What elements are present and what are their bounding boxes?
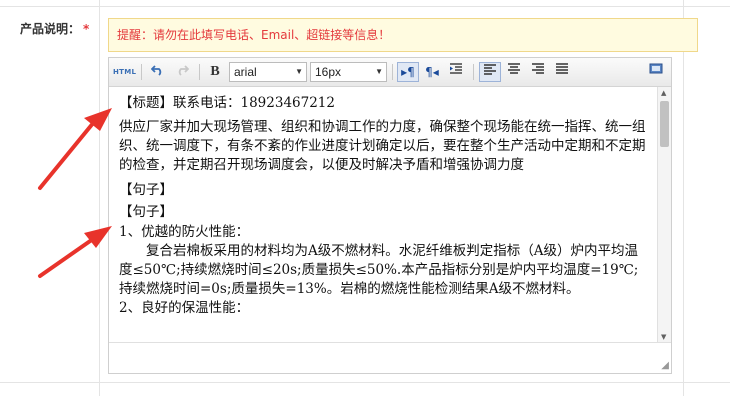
- rich-text-editor[interactable]: HTML B arial ▼ 16px ▼ ▸¶ ¶◂ 【标题】联系电话：189…: [108, 57, 672, 374]
- resize-handle-icon[interactable]: ◢: [661, 360, 669, 371]
- scroll-up-icon[interactable]: ▲: [661, 89, 666, 97]
- align-center-icon: [508, 63, 520, 74]
- fullscreen-button[interactable]: [645, 62, 667, 82]
- content-sentence-tag: 【句子】: [119, 204, 173, 220]
- content-paragraph: 供应厂家并加大现场管理、组织和协调工作的力度，确保整个现场能在统一指挥、统一组织…: [119, 119, 646, 173]
- align-justify-button[interactable]: [551, 62, 573, 82]
- align-right-button[interactable]: [527, 62, 549, 82]
- table-border-top: [0, 6, 730, 7]
- ltr-direction-button[interactable]: ▸¶: [397, 62, 419, 82]
- content-paragraph: 复合岩棉板采用的材料均为A级不燃材料。水泥纤维板判定指标（A级）炉内平均温度≤5…: [119, 243, 639, 297]
- toolbar-separator: [473, 64, 474, 80]
- bold-button[interactable]: B: [205, 62, 225, 82]
- table-divider-left: [99, 0, 100, 396]
- editor-statusbar: ◢: [109, 342, 671, 373]
- scroll-down-icon[interactable]: ▼: [661, 333, 666, 341]
- field-label-text: 产品说明：: [20, 22, 81, 36]
- toolbar-separator: [141, 64, 142, 80]
- font-size-select[interactable]: 16px ▼: [310, 62, 387, 82]
- rtl-direction-icon: ¶◂: [425, 65, 439, 79]
- editor-scrollbar[interactable]: ▲ ▼: [657, 87, 671, 343]
- undo-icon: [150, 65, 162, 76]
- font-family-select[interactable]: arial ▼: [229, 62, 307, 82]
- content-list-heading: 1、优越的防火性能：: [119, 224, 250, 240]
- ltr-direction-icon: ▸¶: [401, 65, 415, 79]
- red-arrow-upper-icon: [38, 108, 112, 190]
- table-border-bottom: [0, 382, 730, 383]
- warning-notice-text: 提醒：请勿在此填写电话、Email、超链接等信息！: [117, 28, 391, 42]
- editor-toolbar: HTML B arial ▼ 16px ▼ ▸¶ ¶◂: [109, 58, 671, 87]
- content-list-heading: 2、良好的保温性能：: [119, 300, 250, 316]
- font-family-value: arial: [234, 65, 257, 79]
- font-size-value: 16px: [315, 65, 342, 79]
- editor-content[interactable]: 【标题】联系电话：18923467212 供应厂家并加大现场管理、组织和协调工作…: [109, 87, 656, 343]
- chevron-down-icon: ▼: [375, 67, 383, 76]
- chevron-down-icon: ▼: [295, 67, 303, 76]
- toolbar-separator: [199, 64, 200, 80]
- required-mark: *: [83, 22, 90, 36]
- content-title-line: 【标题】联系电话：18923467212: [119, 95, 335, 111]
- rtl-direction-button[interactable]: ¶◂: [421, 62, 443, 82]
- html-source-button[interactable]: HTML: [113, 62, 136, 82]
- warning-notice: 提醒：请勿在此填写电话、Email、超链接等信息！: [108, 18, 698, 52]
- redo-button[interactable]: [171, 62, 193, 82]
- indent-button[interactable]: [445, 62, 467, 82]
- align-justify-icon: [556, 63, 568, 74]
- redo-icon: [178, 65, 190, 76]
- scrollbar-thumb[interactable]: [660, 101, 669, 147]
- align-center-button[interactable]: [503, 62, 525, 82]
- undo-button[interactable]: [147, 62, 169, 82]
- toolbar-separator: [392, 64, 393, 80]
- align-left-icon: [484, 64, 496, 75]
- align-left-button[interactable]: [479, 62, 501, 82]
- content-sentence-tag: 【句子】: [119, 182, 173, 198]
- indent-icon: [450, 63, 462, 74]
- red-arrow-lower-icon: [38, 226, 112, 278]
- table-divider-right: [683, 0, 684, 396]
- align-right-icon: [532, 63, 544, 74]
- fullscreen-icon: [649, 63, 663, 74]
- field-label: 产品说明： *: [20, 20, 89, 37]
